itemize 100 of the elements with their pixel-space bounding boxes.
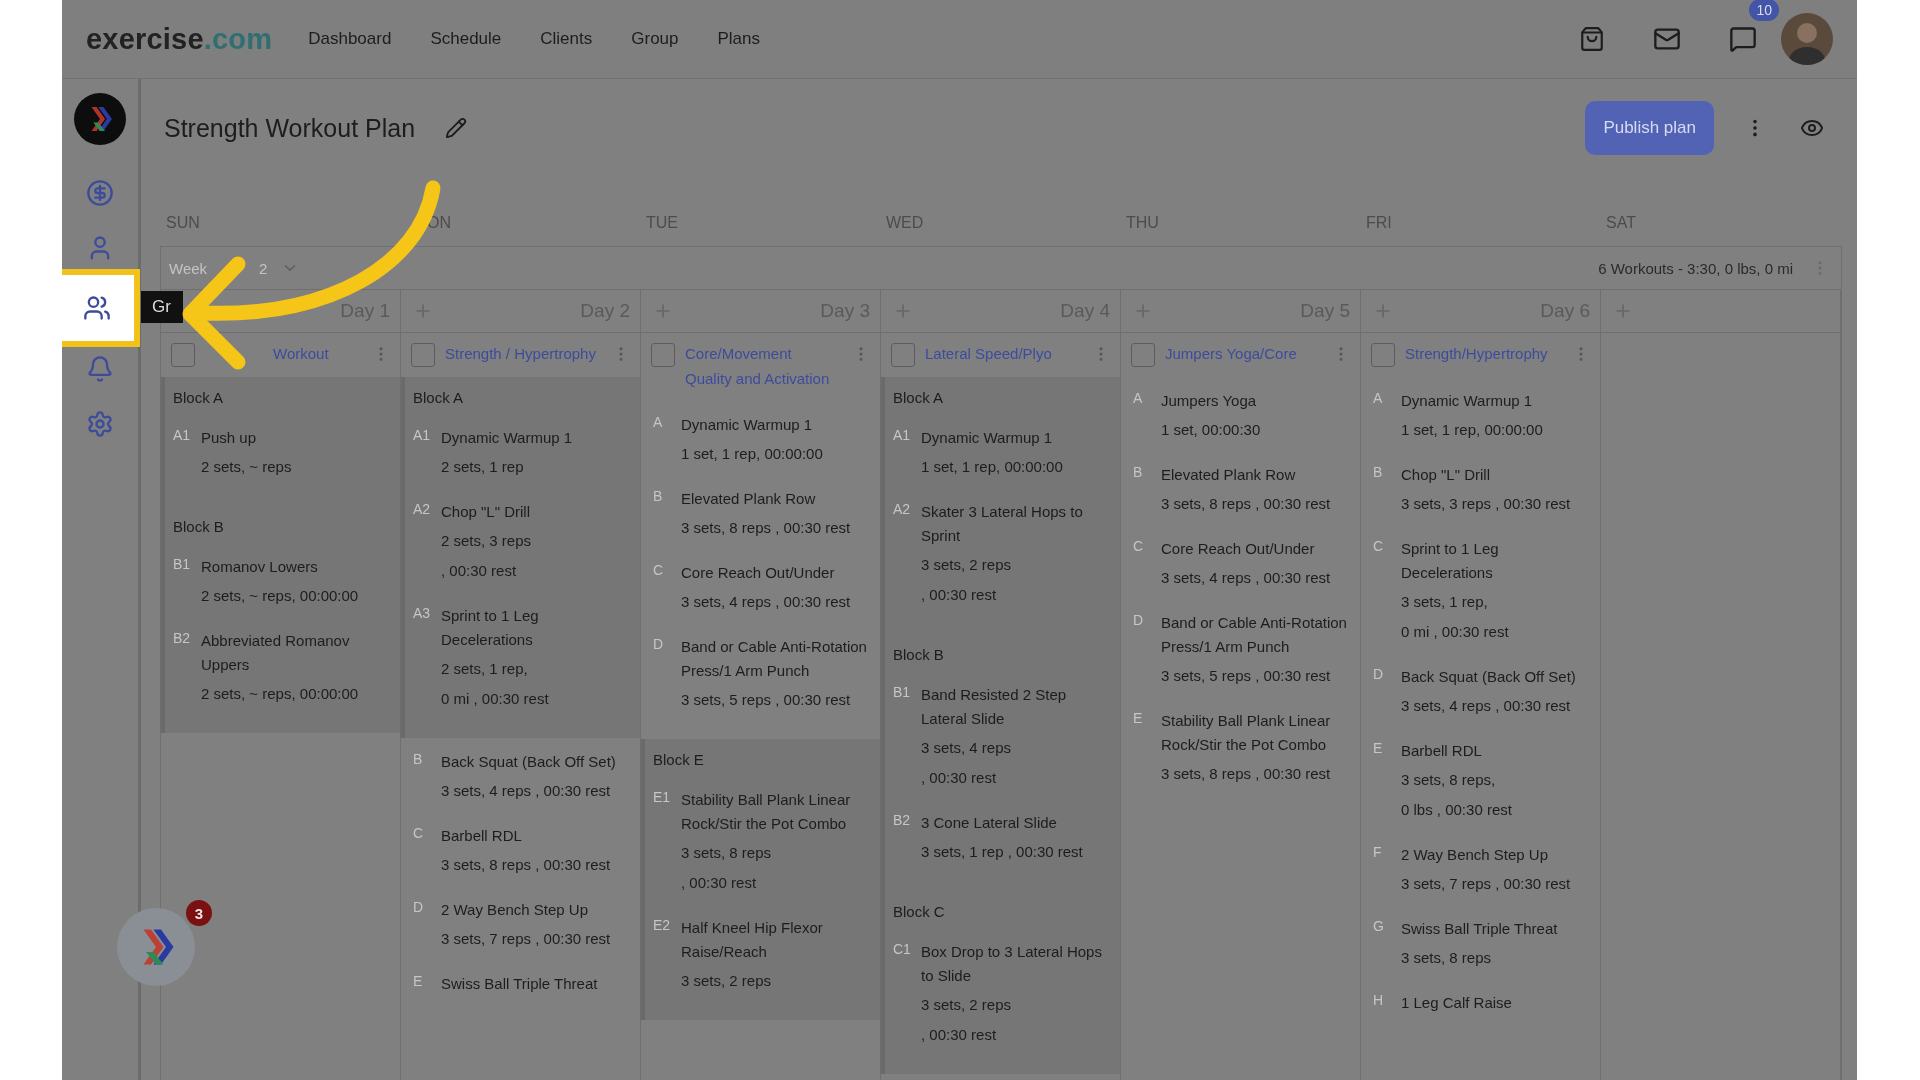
- exercise-name[interactable]: 3 Cone Lateral Slide: [921, 811, 1112, 835]
- exercise-name[interactable]: Band Resisted 2 Step Lateral Slide: [921, 683, 1112, 731]
- exercise-detail: 3 sets, 8 reps , 00:30 rest: [1161, 494, 1332, 514]
- exercise-name[interactable]: 2 Way Bench Step Up: [1401, 843, 1592, 867]
- exercise-code: D: [413, 898, 425, 917]
- exercise-name[interactable]: Abbreviated Romanov Uppers: [201, 629, 392, 677]
- exercise-code: B: [653, 487, 664, 506]
- exercise-code: A: [1133, 389, 1144, 408]
- exercise-name[interactable]: Core Reach Out/Under: [1161, 537, 1352, 561]
- week-summary: 6 Workouts - 3:30, 0 lbs, 0 mi: [1598, 259, 1793, 277]
- bell-icon[interactable]: [86, 354, 114, 383]
- exercise-code: D: [653, 635, 665, 654]
- exercise-detail: , 00:30 rest: [441, 561, 518, 581]
- exercise-detail: , 00:30 rest: [921, 768, 998, 788]
- exercise-code: H: [1373, 991, 1385, 1010]
- exercise-detail: 1 set, 1 rep, 00:00:00: [1401, 420, 1544, 440]
- exercise-name[interactable]: 2 Way Bench Step Up: [441, 898, 632, 922]
- exercise-code: A3: [413, 604, 432, 623]
- exercise-name[interactable]: Dynamic Warmup 1: [1401, 389, 1592, 413]
- checkbox[interactable]: [1131, 343, 1155, 367]
- checkbox[interactable]: [891, 343, 915, 367]
- nav-link[interactable]: Schedule: [430, 29, 502, 49]
- exercise-detail: 3 sets, 8 reps , 00:30 rest: [1161, 764, 1332, 784]
- exercise-code: C: [1373, 537, 1385, 556]
- block-title: Block A: [413, 389, 465, 406]
- exercise-code: D: [1373, 665, 1385, 684]
- exercise-detail: 2 sets, ~ reps: [201, 457, 293, 477]
- exercise-code: C: [413, 824, 425, 843]
- exercise-detail: 3 sets, 8 reps,: [1401, 770, 1497, 790]
- exercise-detail: 3 sets, 4 reps , 00:30 rest: [1161, 568, 1332, 588]
- exercise-name[interactable]: Core Reach Out/Under: [681, 561, 872, 585]
- block-title: Block E: [653, 751, 705, 768]
- exercise-code: C: [1133, 537, 1145, 556]
- exercise-name[interactable]: 1 Leg Calf Raise: [1401, 991, 1592, 1015]
- exercise-name[interactable]: Back Squat (Back Off Set): [1401, 665, 1592, 689]
- exercise-detail: 2 sets, ~ reps, 00:00:00: [201, 586, 360, 606]
- settings-icon[interactable]: [86, 409, 114, 438]
- group-icon[interactable]: [83, 294, 111, 322]
- publish-button[interactable]: Publish plan: [1585, 101, 1714, 155]
- exercise-detail: , 00:30 rest: [921, 1025, 998, 1045]
- block-title: Block B: [173, 518, 225, 535]
- shopping-bag-icon[interactable]: [1579, 26, 1605, 52]
- block-title: Block A: [173, 389, 225, 406]
- nav-link[interactable]: Clients: [540, 29, 593, 49]
- exercise-name[interactable]: Push up: [201, 426, 392, 450]
- nav-link[interactable]: Plans: [717, 29, 761, 49]
- checkbox[interactable]: [1371, 343, 1395, 367]
- exercise-code: F: [1373, 843, 1383, 862]
- exercise-code: A1: [893, 426, 912, 445]
- exercise-name[interactable]: Barbell RDL: [1401, 739, 1592, 763]
- exercise-detail: 2 sets, 1 rep: [441, 457, 525, 477]
- checkbox[interactable]: [651, 343, 675, 367]
- exercise-name[interactable]: Swiss Ball Triple Threat: [1401, 917, 1592, 941]
- exercise-name[interactable]: Stability Ball Plank Linear Rock/Stir the Pot Combo: [681, 788, 872, 836]
- exercise-name[interactable]: Dynamic Warmup 1: [441, 426, 632, 450]
- exercise-detail: 3 sets, 7 reps , 00:30 rest: [1401, 874, 1572, 894]
- exercise-name[interactable]: Band or Cable Anti-Rotation Press/1 Arm Punch: [681, 635, 872, 683]
- exercise-name[interactable]: Sprint to 1 Leg Decelerations: [1401, 537, 1592, 585]
- app-logo[interactable]: [74, 93, 126, 145]
- exercise-code: C: [653, 561, 665, 580]
- exercise-detail: 3 sets, 1 rep,: [1401, 592, 1489, 612]
- exercise-code: A: [1373, 389, 1384, 408]
- exercise-detail: 1 set, 1 rep, 00:00:00: [921, 457, 1064, 477]
- checkbox[interactable]: [411, 343, 435, 367]
- exercise-name[interactable]: Dynamic Warmup 1: [921, 426, 1112, 450]
- exercise-name[interactable]: Box Drop to 3 Lateral Hops to Slide: [921, 940, 1112, 988]
- exercise-detail: 3 sets, 5 reps , 00:30 rest: [1161, 666, 1332, 686]
- exercise-name[interactable]: Swiss Ball Triple Threat: [441, 972, 632, 996]
- exercise-name[interactable]: Band or Cable Anti-Rotation Press/1 Arm Punch: [1161, 611, 1352, 659]
- exercise-name[interactable]: Romanov Lowers: [201, 555, 392, 579]
- block-title: Block C: [893, 903, 946, 920]
- exercise-detail: , 00:30 rest: [921, 585, 998, 605]
- exercise-detail: 3 sets, 5 reps , 00:30 rest: [681, 690, 852, 710]
- exercise-name[interactable]: Elevated Plank Row: [1161, 463, 1352, 487]
- nav-link[interactable]: Group: [631, 29, 679, 49]
- exercise-name[interactable]: Dynamic Warmup 1: [681, 413, 872, 437]
- exercise-detail: 3 sets, 1 rep , 00:30 rest: [921, 842, 1084, 862]
- exercise-name[interactable]: Stability Ball Plank Linear Rock/Stir the Pot Combo: [1161, 709, 1352, 757]
- nav-link[interactable]: Dashboard: [308, 29, 392, 49]
- dollar-icon[interactable]: [86, 178, 114, 207]
- exercise-name[interactable]: Back Squat (Back Off Set): [441, 750, 632, 774]
- edit-icon[interactable]: [445, 117, 468, 139]
- exercise-name[interactable]: Chop "L" Drill: [441, 500, 632, 524]
- checkbox[interactable]: [171, 343, 195, 367]
- exercise-detail: , 00:30 rest: [681, 873, 758, 893]
- exercise-detail: 3 sets, 4 reps , 00:30 rest: [681, 592, 852, 612]
- logo[interactable]: exercise.com: [86, 22, 273, 56]
- exercise-name[interactable]: Elevated Plank Row: [681, 487, 872, 511]
- exercise-name[interactable]: Jumpers Yoga: [1161, 389, 1352, 413]
- avatar[interactable]: [1781, 13, 1833, 65]
- exercise-detail: 3 sets, 7 reps , 00:30 rest: [441, 929, 612, 949]
- exercise-code: B1: [893, 683, 912, 702]
- exercise-code: E1: [653, 788, 672, 807]
- exercise-name[interactable]: Sprint to 1 Leg Decelerations: [441, 604, 632, 652]
- exercise-name[interactable]: Skater 3 Lateral Hops to Sprint: [921, 500, 1112, 548]
- exercise-detail: 3 sets, 8 reps , 00:30 rest: [681, 518, 852, 538]
- exercise-name[interactable]: Half Kneel Hip Flexor Raise/Reach: [681, 916, 872, 964]
- exercise-name[interactable]: Barbell RDL: [441, 824, 632, 848]
- exercise-name[interactable]: Chop "L" Drill: [1401, 463, 1592, 487]
- exercise-code: A1: [173, 426, 192, 445]
